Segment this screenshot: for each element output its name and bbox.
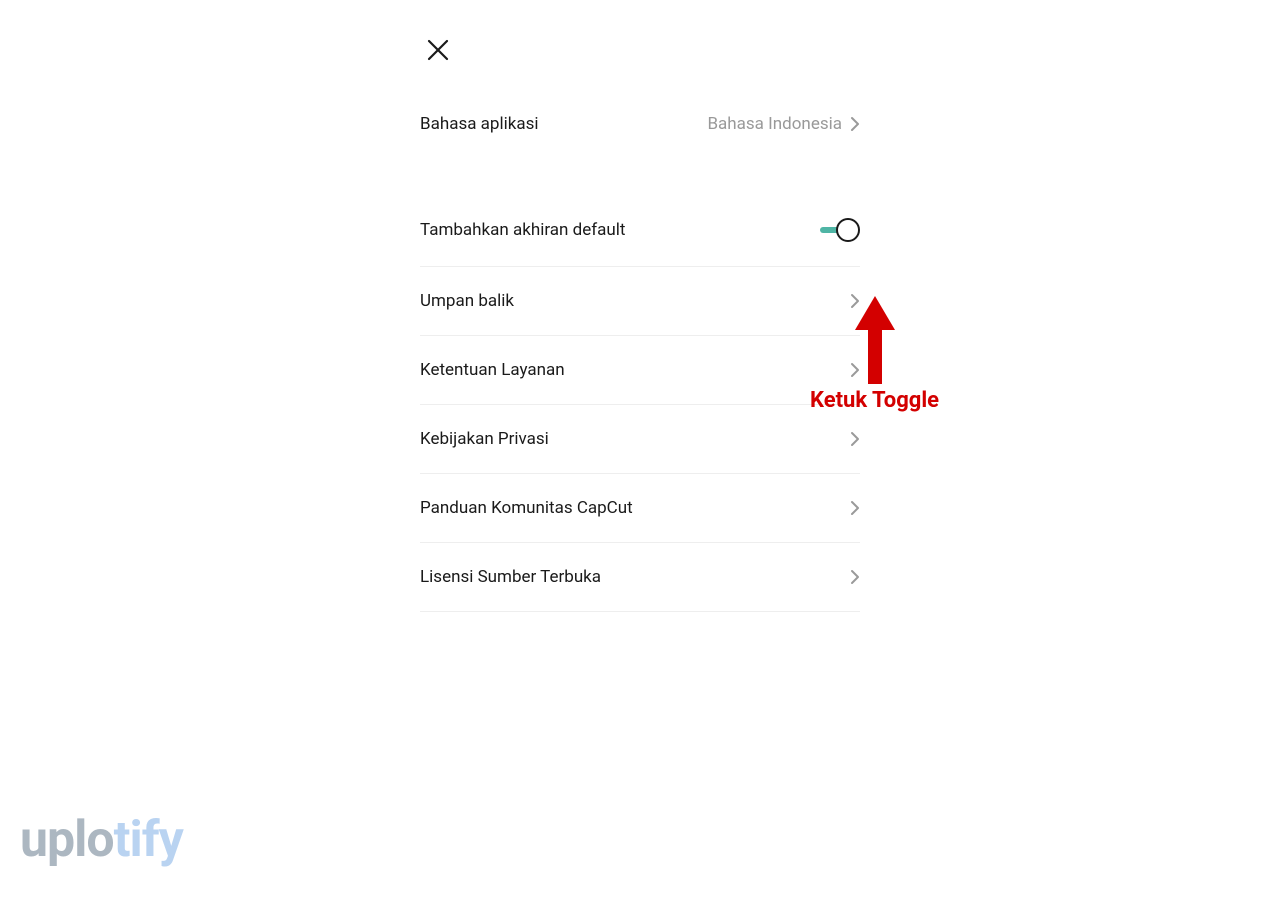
settings-row-language[interactable]: Bahasa aplikasi Bahasa Indonesia bbox=[420, 114, 860, 194]
toggle-knob bbox=[836, 218, 860, 242]
language-value-wrap: Bahasa Indonesia bbox=[707, 114, 860, 134]
settings-row-terms[interactable]: Ketentuan Layanan bbox=[420, 336, 860, 405]
chevron-right-icon bbox=[850, 500, 860, 516]
settings-panel: Bahasa aplikasi Bahasa Indonesia Tambahk… bbox=[420, 0, 860, 612]
language-value: Bahasa Indonesia bbox=[707, 114, 842, 134]
settings-row-community[interactable]: Panduan Komunitas CapCut bbox=[420, 474, 860, 543]
close-button[interactable] bbox=[426, 38, 450, 62]
settings-row-feedback[interactable]: Umpan balik bbox=[420, 267, 860, 336]
watermark-part1: uplo bbox=[20, 811, 114, 869]
default-suffix-toggle[interactable] bbox=[820, 218, 860, 242]
annotation-text: Ketuk Toggle bbox=[810, 388, 939, 413]
feedback-label: Umpan balik bbox=[420, 291, 514, 311]
language-label: Bahasa aplikasi bbox=[420, 114, 539, 134]
community-label: Panduan Komunitas CapCut bbox=[420, 498, 633, 518]
terms-label: Ketentuan Layanan bbox=[420, 360, 565, 380]
settings-row-opensource[interactable]: Lisensi Sumber Terbuka bbox=[420, 543, 860, 612]
watermark-part2: tify bbox=[114, 811, 183, 869]
annotation-callout: Ketuk Toggle bbox=[810, 296, 939, 413]
chevron-right-icon bbox=[850, 431, 860, 447]
default-suffix-label: Tambahkan akhiran default bbox=[420, 220, 625, 240]
close-icon bbox=[426, 38, 450, 62]
chevron-right-icon bbox=[850, 569, 860, 585]
watermark-logo: uplotify bbox=[20, 811, 183, 869]
settings-row-default-suffix: Tambahkan akhiran default bbox=[420, 194, 860, 267]
arrow-up-icon bbox=[855, 296, 895, 384]
privacy-label: Kebijakan Privasi bbox=[420, 429, 549, 449]
settings-row-privacy[interactable]: Kebijakan Privasi bbox=[420, 405, 860, 474]
chevron-right-icon bbox=[850, 116, 860, 132]
opensource-label: Lisensi Sumber Terbuka bbox=[420, 567, 601, 587]
